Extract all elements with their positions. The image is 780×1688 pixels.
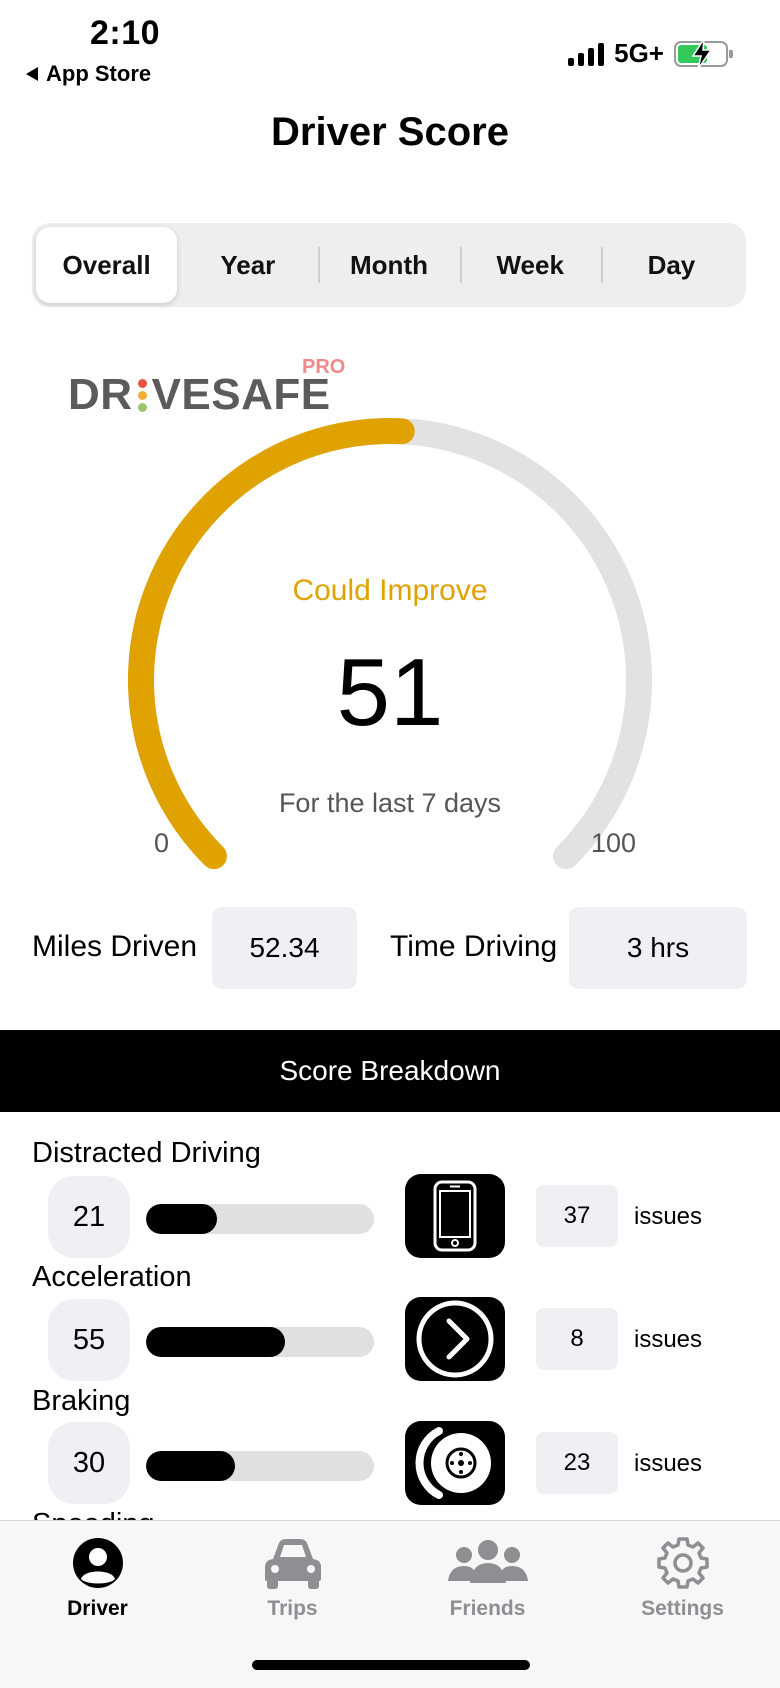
score-period: For the last 7 days <box>278 788 502 818</box>
breakdown-unit-distracted: issues <box>634 1203 703 1230</box>
segment-overall[interactable]: Overall <box>36 227 178 303</box>
period-segmented-control: Overall Year Month Week Day <box>32 223 746 307</box>
tab-friends[interactable]: Friends <box>390 1521 585 1641</box>
breakdown-count-acceleration: 8 <box>536 1308 618 1370</box>
gauge-min-label: 0 <box>154 828 170 858</box>
person-icon <box>72 1538 123 1588</box>
car-icon <box>264 1539 321 1589</box>
segment-week[interactable]: Week <box>459 227 601 303</box>
breakdown-count-braking: 23 <box>536 1432 618 1494</box>
home-indicator[interactable] <box>252 1660 530 1670</box>
battery-charging-icon <box>674 38 733 69</box>
tab-label-trips: Trips <box>267 1597 318 1620</box>
breakdown-unit-braking: issues <box>634 1450 703 1477</box>
segment-day[interactable]: Day <box>600 227 742 303</box>
status-indicators: 5G+ <box>568 38 733 69</box>
tab-label-driver: Driver <box>67 1597 128 1620</box>
breakdown-bar-acceleration <box>146 1327 374 1357</box>
tab-label-friends: Friends <box>449 1597 526 1620</box>
segment-year[interactable]: Year <box>177 227 318 303</box>
people-icon <box>447 1540 528 1583</box>
breakdown-title-acceleration: Acceleration <box>32 1261 192 1293</box>
score-value: 51 <box>336 639 444 746</box>
time-driving-value: 3 hrs <box>569 907 747 989</box>
cellular-signal-icon <box>568 42 605 66</box>
breakdown-bar-fill <box>146 1327 286 1357</box>
tab-driver[interactable]: Driver <box>0 1521 195 1641</box>
page-title: Driver Score <box>271 110 509 154</box>
gauge-max-label: 100 <box>591 828 637 858</box>
breakdown-title-distracted: Distracted Driving <box>32 1137 261 1169</box>
breakdown-score-acceleration: 55 <box>48 1299 130 1381</box>
pro-badge: PRO <box>302 356 346 378</box>
breakdown-bar-fill <box>146 1204 217 1234</box>
acceleration-icon[interactable] <box>405 1297 505 1381</box>
phone-icon[interactable] <box>405 1174 505 1258</box>
breakdown-title-braking: Braking <box>32 1385 131 1417</box>
time-driving-label: Time Driving <box>390 930 558 963</box>
miles-driven-value: 52.34 <box>212 907 357 989</box>
brake-disc-icon[interactable] <box>405 1421 505 1505</box>
miles-driven-label: Miles Driven <box>32 930 198 963</box>
breakdown-score-braking: 30 <box>48 1422 130 1504</box>
tab-settings[interactable]: Settings <box>585 1521 780 1641</box>
status-time: 2:10 <box>90 14 161 52</box>
breakdown-count-distracted: 37 <box>536 1185 618 1247</box>
breakdown-unit-acceleration: issues <box>634 1326 703 1353</box>
back-label: App Store <box>46 61 152 86</box>
breakdown-bar-distracted <box>146 1204 374 1234</box>
network-type: 5G+ <box>614 38 664 68</box>
traffic-light-icon <box>137 378 147 412</box>
breakdown-bar-braking <box>146 1451 374 1481</box>
score-status: Could Improve <box>292 574 488 607</box>
breakdown-score-distracted: 21 <box>48 1176 130 1258</box>
breakdown-bar-fill <box>146 1451 235 1481</box>
drivesafe-logo: DR VESAFE <box>68 370 331 419</box>
tab-label-settings: Settings <box>641 1597 724 1620</box>
gear-icon <box>656 1537 709 1589</box>
segment-month[interactable]: Month <box>318 227 459 303</box>
tab-trips[interactable]: Trips <box>195 1521 390 1641</box>
score-breakdown-header: Score Breakdown <box>0 1030 780 1112</box>
back-to-app-store[interactable]: App Store <box>26 61 151 87</box>
back-arrow-icon <box>26 67 38 81</box>
